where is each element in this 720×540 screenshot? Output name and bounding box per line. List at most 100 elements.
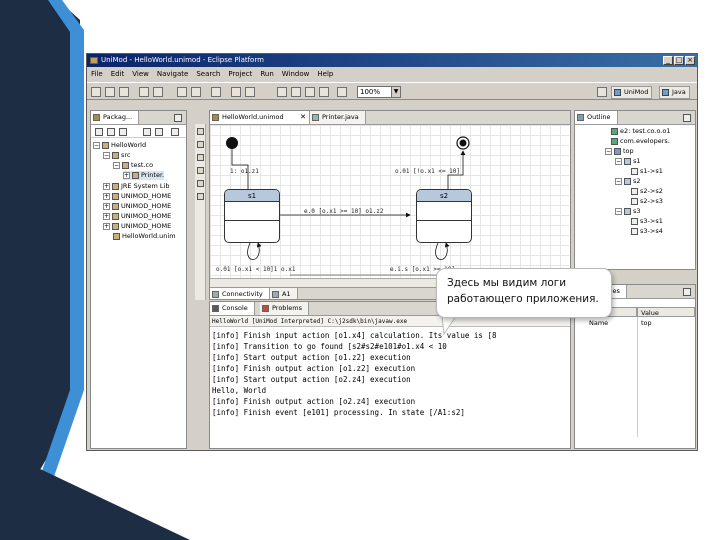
- expand-icon[interactable]: +: [103, 192, 110, 200]
- copy-icon[interactable]: [319, 87, 329, 97]
- tab-helloworld-unimod[interactable]: HelloWorld.unimod ✕: [210, 111, 310, 124]
- expand-icon[interactable]: +: [103, 212, 110, 220]
- tree-item-unimod-home-1[interactable]: + UNIMOD_HOME: [103, 192, 171, 201]
- collapse-icon[interactable]: −: [615, 157, 622, 165]
- self-loop-s1[interactable]: [247, 242, 262, 260]
- menu-file[interactable]: File: [91, 68, 103, 80]
- collapse-icon[interactable]: −: [93, 141, 100, 149]
- state-s1[interactable]: s1: [224, 189, 280, 243]
- close-icon[interactable]: ✕: [300, 111, 306, 124]
- view-menu-icon[interactable]: [171, 128, 179, 136]
- final-tool-icon[interactable]: [197, 167, 204, 174]
- label-top-right[interactable]: o.01 [!o.x1 <= 10]: [395, 168, 460, 175]
- link-editor-icon[interactable]: [155, 128, 163, 136]
- tree-item-jre[interactable]: + JRE System Lib: [103, 182, 169, 191]
- back-icon[interactable]: [231, 87, 241, 97]
- initial-state[interactable]: [226, 137, 238, 149]
- close-button[interactable]: ×: [685, 56, 695, 65]
- up-icon[interactable]: [119, 128, 127, 136]
- collapse-icon[interactable]: −: [103, 151, 110, 159]
- forward-icon[interactable]: [245, 87, 255, 97]
- collapse-icon[interactable]: −: [615, 207, 622, 215]
- collapse-icon[interactable]: −: [615, 177, 622, 185]
- label-initial[interactable]: 1: o1.z1: [230, 168, 259, 175]
- outline-item[interactable]: − top: [605, 147, 634, 156]
- outline-item[interactable]: − s2: [615, 177, 641, 186]
- expand-icon[interactable]: +: [103, 222, 110, 230]
- perspective-java[interactable]: Java: [659, 86, 690, 99]
- outline-item[interactable]: − s3: [615, 207, 641, 216]
- property-value[interactable]: top: [641, 319, 652, 328]
- collapse-all-icon[interactable]: [143, 128, 151, 136]
- tab-printer-java[interactable]: Printer.java: [310, 111, 366, 124]
- maximize-button[interactable]: □: [674, 56, 684, 65]
- new-class-icon[interactable]: [177, 87, 187, 97]
- redo-icon[interactable]: [291, 87, 301, 97]
- initial-tool-icon[interactable]: [197, 154, 204, 161]
- expand-icon[interactable]: +: [103, 202, 110, 210]
- save-icon[interactable]: [105, 87, 115, 97]
- menu-navigate[interactable]: Navigate: [157, 68, 188, 80]
- menu-run[interactable]: Run: [260, 68, 273, 80]
- state-s2[interactable]: s2: [416, 189, 472, 243]
- perspective-unimod[interactable]: UniMod: [611, 86, 653, 99]
- outline-item[interactable]: s2->s3: [631, 197, 663, 206]
- minimize-button[interactable]: _: [663, 56, 673, 65]
- tab-package-explorer[interactable]: Packag...: [91, 111, 140, 124]
- close-icon[interactable]: [683, 288, 691, 296]
- tree-item-unimod-home-4[interactable]: + UNIMOD_HOME: [103, 222, 171, 231]
- self-loop-s2[interactable]: [435, 242, 450, 260]
- debug-icon[interactable]: [139, 87, 149, 97]
- menu-search[interactable]: Search: [196, 68, 220, 80]
- run-icon[interactable]: [153, 87, 163, 97]
- zoom-select[interactable]: 100% ▼: [357, 86, 401, 98]
- outline-item[interactable]: − s1: [615, 157, 641, 166]
- state-tool-icon[interactable]: [197, 141, 204, 148]
- chevron-down-icon[interactable]: ▼: [391, 87, 400, 97]
- search-icon[interactable]: [211, 87, 221, 97]
- new-icon[interactable]: [91, 87, 101, 97]
- tab-outline[interactable]: Outline: [575, 111, 618, 124]
- tree-item-unimod-file[interactable]: HelloWorld.unim: [113, 232, 176, 241]
- tree-item-package[interactable]: − test.co: [113, 161, 153, 170]
- expand-icon[interactable]: +: [123, 171, 130, 179]
- label-middle[interactable]: e.0 [o.x1 >= 10] o1.z2: [304, 208, 383, 215]
- layout-icon[interactable]: [337, 87, 347, 97]
- menu-project[interactable]: Project: [228, 68, 252, 80]
- menu-edit[interactable]: Edit: [111, 68, 125, 80]
- tree-item-src[interactable]: − src: [103, 151, 131, 160]
- console-output[interactable]: [info] Finish input action [o1.x4] calcu…: [210, 328, 570, 448]
- menu-window[interactable]: Window: [282, 68, 310, 80]
- undo-icon[interactable]: [277, 87, 287, 97]
- diagram-canvas[interactable]: s1 s2 1: o1.z1 o.01 [!o.x1 <= 10] e.0 [o…: [210, 125, 569, 287]
- tab-console[interactable]: Console: [210, 302, 255, 315]
- back-icon[interactable]: [95, 128, 103, 136]
- print-icon[interactable]: [119, 87, 129, 97]
- tab-problems[interactable]: Problems: [260, 302, 309, 315]
- outline-item[interactable]: s3->s1: [631, 217, 663, 226]
- outline-item[interactable]: e2: test.co.o.o1: [611, 127, 670, 136]
- outline-item[interactable]: s3->s4: [631, 227, 663, 236]
- collapse-icon[interactable]: −: [605, 147, 612, 155]
- tree-item-unimod-home-2[interactable]: + UNIMOD_HOME: [103, 202, 171, 211]
- forward-icon[interactable]: [107, 128, 115, 136]
- menu-help[interactable]: Help: [317, 68, 333, 80]
- label-bottom-left[interactable]: o.01 [o.x1 < 10]1 o.x1: [216, 266, 295, 273]
- outline-item[interactable]: s2->s2: [631, 187, 663, 196]
- outline-item[interactable]: s1->s1: [631, 167, 663, 176]
- transition-tool-icon[interactable]: [197, 180, 204, 187]
- open-perspective-icon[interactable]: [597, 87, 607, 97]
- outline-item[interactable]: com.evelopers.: [611, 137, 670, 146]
- tree-item-helloworld[interactable]: − HelloWorld: [93, 141, 146, 150]
- menu-view[interactable]: View: [132, 68, 149, 80]
- collapse-icon[interactable]: −: [113, 161, 120, 169]
- tab-a1[interactable]: A1: [270, 288, 298, 299]
- choice-tool-icon[interactable]: [197, 193, 204, 200]
- tab-connectivity[interactable]: Connectivity: [210, 288, 270, 299]
- open-type-icon[interactable]: [191, 87, 201, 97]
- select-tool-icon[interactable]: [197, 128, 204, 135]
- column-value[interactable]: Value: [637, 307, 695, 317]
- tree-item-printer[interactable]: + Printer.: [123, 171, 165, 180]
- close-icon[interactable]: [683, 114, 691, 122]
- tree-item-unimod-home-3[interactable]: + UNIMOD_HOME: [103, 212, 171, 221]
